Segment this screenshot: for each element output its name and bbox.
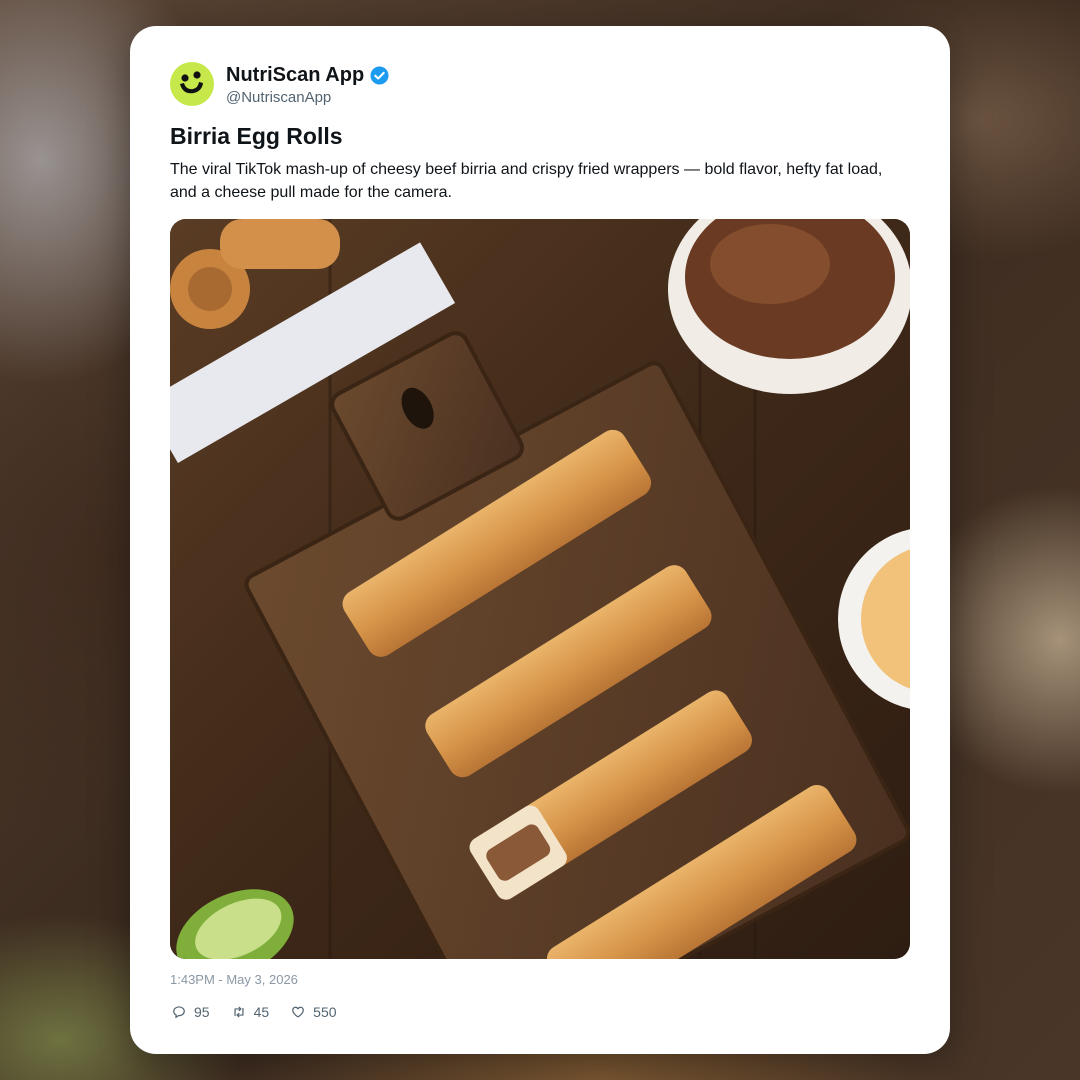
author-name[interactable]: NutriScan App (226, 64, 364, 87)
post-actions: 95 45 550 (172, 1004, 359, 1020)
post-body: The viral TikTok mash-up of cheesy beef … (170, 161, 883, 201)
repost-button[interactable]: 45 (232, 1004, 270, 1020)
comment-icon (173, 1006, 185, 1019)
author-row: NutriScan App (226, 64, 389, 87)
post-title: Birria Egg Rolls (170, 123, 343, 149)
smiley-logo-icon (180, 71, 203, 94)
food-photo (170, 219, 910, 959)
post-image[interactable] (170, 219, 910, 959)
repost-count: 45 (253, 1004, 270, 1020)
post-card: NutriScan App @NutriscanApp Birria Egg R… (130, 26, 950, 1054)
heart-icon (292, 1006, 305, 1018)
reply-button[interactable]: 95 (172, 1004, 210, 1020)
like-count: 550 (313, 1004, 337, 1020)
avatar[interactable] (170, 62, 214, 106)
verified-badge-icon (370, 66, 389, 85)
like-button[interactable]: 550 (291, 1004, 337, 1020)
reply-count: 95 (194, 1004, 210, 1020)
repost-icon (234, 1006, 244, 1018)
author-handle[interactable]: @NutriscanApp (226, 89, 331, 106)
post-timestamp[interactable]: 1:43PM - May 3, 2026 (170, 972, 298, 987)
